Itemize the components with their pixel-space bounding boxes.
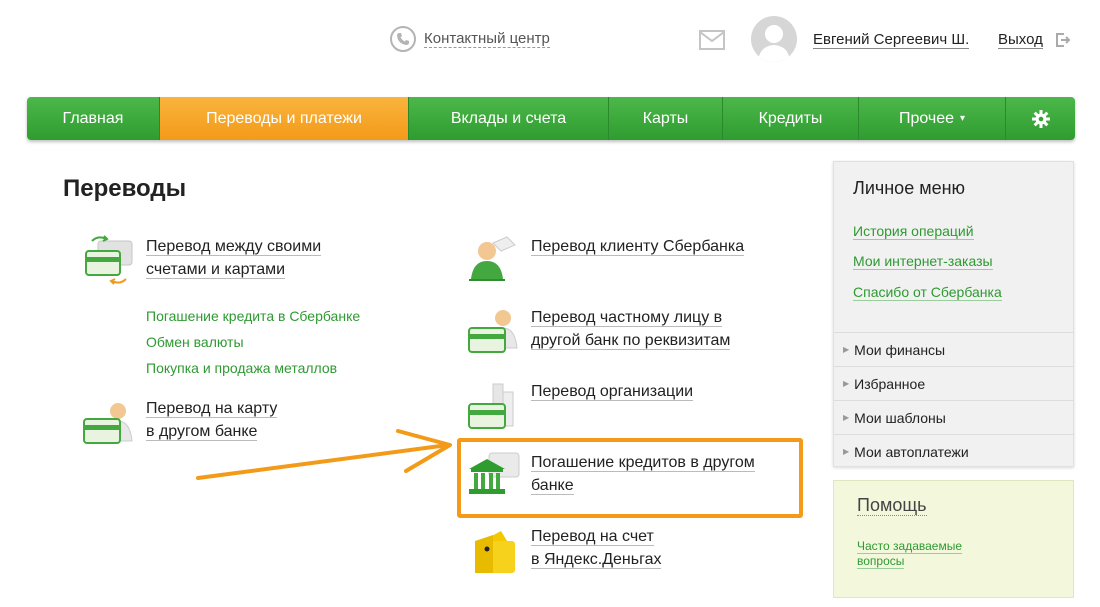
transfer-sber-client[interactable]: Перевод клиенту Сбербанка [467,235,745,289]
transfer-own-accounts[interactable]: Перевод между своими счетами и картами [82,235,322,289]
help-panel: Помощь Часто задаваемые вопросы [833,480,1074,598]
link-operation-history[interactable]: История операций [853,223,974,240]
transfer-organization[interactable]: Перевод организации [467,380,694,434]
organization-icon [468,383,514,429]
nav-other[interactable]: Прочее ▾ [859,97,1006,140]
user-name-link[interactable]: Евгений Сергеевич Ш. [813,31,970,49]
nav-deposits-accounts[interactable]: Вклады и счета [409,97,609,140]
avatar[interactable] [751,16,797,62]
chevron-down-icon: ▾ [960,113,966,124]
nav-deposits-accounts-label: Вклады и счета [450,109,567,127]
nav-home[interactable]: Главная [27,97,160,140]
section-favorites[interactable]: ▶ Избранное [834,366,1073,400]
triangle-right-icon: ▶ [843,447,850,456]
op-private-person-line1: Перевод частному лицу в [531,309,723,327]
triangle-right-icon: ▶ [843,379,850,388]
nav-cards-label: Карты [642,109,689,127]
nav-other-label: Прочее [898,109,955,127]
op-organization-line1: Перевод организации [531,383,694,401]
section-my-templates-label: Мои шаблоны [854,409,946,426]
sber-client-icon [469,236,516,281]
logout-link[interactable]: Выход [998,31,1043,49]
link-faq-label: Часто задаваемые вопросы [857,539,963,569]
transfer-private-person[interactable]: Перевод частному лицу в другой банк по р… [467,306,731,360]
mail-icon[interactable] [699,30,725,50]
section-favorites-label: Избранное [854,375,926,392]
op-own-accounts-line1: Перевод между своими [146,238,322,256]
section-autopayments[interactable]: ▶ Мои автоплатежи [834,434,1073,468]
link-internet-orders[interactable]: Мои интернет-заказы [853,253,993,270]
nav-settings[interactable] [1006,97,1075,140]
link-currency-exchange[interactable]: Обмен валюты [146,329,360,355]
own-accounts-transfer-icon [85,235,133,285]
op-yandex-line2: в Яндекс.Деньгах [531,551,662,569]
nav-cards[interactable]: Карты [609,97,723,140]
contact-center-label: Контактный центр [424,30,550,48]
section-my-finances[interactable]: ▶ Мои финансы [834,332,1073,366]
op-sber-client-line1: Перевод клиенту Сбербанка [531,238,745,256]
op-own-accounts-line2: счетами и картами [146,261,286,279]
link-metals[interactable]: Покупка и продажа металлов [146,355,360,381]
yandex-wallet-icon [475,531,515,573]
op-card-other-bank-line1: Перевод на карту [146,400,278,418]
section-my-finances-label: Мои финансы [854,341,946,358]
section-my-templates[interactable]: ▶ Мои шаблоны [834,400,1073,434]
link-faq[interactable]: Часто задаваемые вопросы [857,539,997,569]
logout-icon[interactable] [1055,32,1071,48]
op-yandex-line1: Перевод на счет [531,528,654,546]
phone-icon [390,26,416,52]
sub-links: Погашение кредита в Сбербанке Обмен валю… [146,303,360,381]
main-nav: Главная Переводы и платежи Вклады и счет… [27,97,1075,140]
card-other-bank-icon [83,403,133,444]
private-person-icon [468,310,518,353]
link-sber-credit-repayment[interactable]: Погашение кредита в Сбербанке [146,303,360,329]
section-autopayments-label: Мои автоплатежи [854,443,969,460]
annotation-arrow-icon [196,429,452,480]
personal-menu: Личное меню История операций Мои интерне… [833,161,1074,467]
triangle-right-icon: ▶ [843,345,850,354]
transfer-yandex-money[interactable]: Перевод на счет в Яндекс.Деньгах [467,525,662,579]
nav-transfers-payments[interactable]: Переводы и платежи [160,97,409,140]
nav-home-label: Главная [62,109,124,127]
contact-center-link[interactable]: Контактный центр [390,26,550,52]
nav-transfers-payments-label: Переводы и платежи [206,109,362,127]
help-title[interactable]: Помощь [857,495,927,516]
triangle-right-icon: ▶ [843,413,850,422]
page-title: Переводы [63,175,187,202]
highlight-box [457,438,803,518]
nav-credits[interactable]: Кредиты [723,97,859,140]
personal-menu-title: Личное меню [853,178,966,198]
op-private-person-line2: другой банк по реквизитам [531,332,731,350]
link-spasibo[interactable]: Спасибо от Сбербанка [853,284,1002,301]
nav-credits-label: Кредиты [758,109,823,127]
gear-icon [1031,109,1050,128]
